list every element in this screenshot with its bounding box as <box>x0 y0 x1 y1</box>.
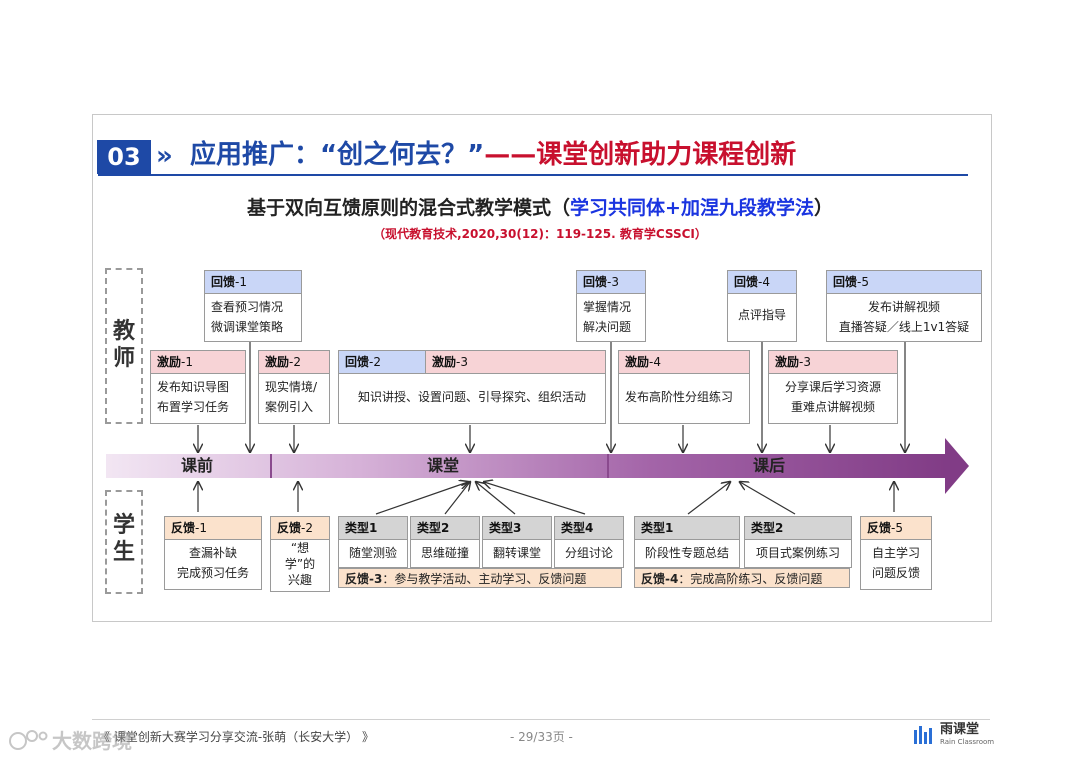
class-activities-group: 类型1 随堂测验 类型2 思维碰撞 类型3 翻转课堂 类型4 分组讨论 反馈-3… <box>338 516 624 590</box>
motivation-3-tag: 激励-3 <box>426 351 605 373</box>
box-text: 随堂测验 <box>348 546 397 560</box>
logo-en: Rain Classroom <box>940 738 995 746</box>
watermark: 大数跨境 <box>8 725 132 754</box>
motivation-box-2: 激励-2 现实情境/ 案例引入 <box>258 350 330 424</box>
box-text: 项目式案例练习 <box>755 546 840 560</box>
watermark-logo-icon <box>9 729 48 750</box>
box-header: 类型1 <box>339 517 407 540</box>
post-type-2: 类型2 项目式案例练习 <box>744 516 852 568</box>
box-text: 自主学习 问题反馈 <box>871 546 920 580</box>
phase-pre: 课前 <box>181 456 214 475</box>
box-header: 激励-4 <box>619 351 749 374</box>
box-header: 回馈-4 <box>728 271 796 294</box>
box-header: 反馈-5 <box>861 517 931 540</box>
watermark-text: 大数跨境 <box>52 729 132 753</box>
box-header: 反馈-1 <box>165 517 261 540</box>
box-text: 查漏补缺 完成预习任务 <box>176 546 249 580</box>
box-text: 发布讲解视频 直播答疑／线上1v1答疑 <box>838 300 970 334</box>
box-header: 激励-2 <box>259 351 329 374</box>
student-feedback-4: 反馈-4：完成高阶练习、反馈问题 <box>634 568 850 588</box>
class-type-2: 类型2 思维碰撞 <box>410 516 480 568</box>
feedback-2-tag: 回馈-2 <box>339 351 426 373</box>
rain-classroom-icon <box>914 726 932 744</box>
box-text: 点评指导 <box>737 308 786 322</box>
footer-divider <box>92 719 990 720</box>
box-header: 类型3 <box>483 517 551 540</box>
page-indicator: - 29/33页 - <box>510 730 573 744</box>
box-header: 激励-1 <box>151 351 245 374</box>
phase-divider-1 <box>270 454 272 478</box>
feedback-box-3: 回馈-3 掌握情况 解决问题 <box>576 270 646 342</box>
timeline-arrow <box>106 454 946 478</box>
box-text: 分组讨论 <box>564 546 613 560</box>
class-type-3: 类型3 翻转课堂 <box>482 516 552 568</box>
student-feedback-3: 反馈-3：参与教学活动、主动学习、反馈问题 <box>338 568 622 588</box>
box-text: 分享课后学习资源 重难点讲解视频 <box>784 380 881 414</box>
motivation-box-1: 激励-1 发布知识导图 布置学习任务 <box>150 350 246 424</box>
phase-in: 课堂 <box>427 456 460 475</box>
feedback-box-4: 回馈-4 点评指导 <box>727 270 797 342</box>
class-type-4: 类型4 分组讨论 <box>554 516 624 568</box>
footer-title: 《 课堂创新大赛学习分享交流-张萌（长安大学） 》 <box>98 730 374 744</box>
class-type-1: 类型1 随堂测验 <box>338 516 408 568</box>
post-type-1: 类型1 阶段性专题总结 <box>634 516 740 568</box>
feedback-box-5: 回馈-5 发布讲解视频 直播答疑／线上1v1答疑 <box>826 270 982 342</box>
student-feedback-1: 反馈-1 查漏补缺 完成预习任务 <box>164 516 262 590</box>
post-activities-group: 类型1 阶段性专题总结 类型2 项目式案例练习 反馈-4：完成高阶练习、反馈问题 <box>634 516 852 590</box>
box-text: 查看预习情况 微调课堂策略 <box>211 300 284 334</box>
box-header: 回馈-2 激励-3 <box>339 351 605 374</box>
logo-cn: 雨课堂 <box>940 722 980 737</box>
box-header: 激励-3 <box>769 351 897 374</box>
box-header: 类型2 <box>411 517 479 540</box>
rain-classroom-logo: 雨课堂 Rain Classroom <box>912 722 995 748</box>
box-text: 翻转课堂 <box>492 546 541 560</box>
motivation-box-3-post: 激励-3 分享课后学习资源 重难点讲解视频 <box>768 350 898 424</box>
timeline-arrowhead <box>945 438 969 494</box>
feedback-box-1: 回馈-1 查看预习情况 微调课堂策略 <box>204 270 302 342</box>
phase-post: 课后 <box>753 456 786 475</box>
in-class-box: 回馈-2 激励-3 知识讲授、设置问题、引导探究、组织活动 <box>338 350 606 424</box>
box-header: 回馈-5 <box>827 271 981 294</box>
box-header: 类型1 <box>635 517 739 540</box>
box-text: 发布知识导图 布置学习任务 <box>157 380 230 414</box>
box-text: 阶段性专题总结 <box>644 546 729 560</box>
box-header: 反馈-2 <box>271 517 329 540</box>
motivation-box-4: 激励-4 发布高阶性分组练习 <box>618 350 750 424</box>
phase-divider-2 <box>607 454 609 478</box>
student-feedback-2: 反馈-2 “想 学”的 兴趣 <box>270 516 330 592</box>
box-text: 思维碰撞 <box>420 546 469 560</box>
box-text: 知识讲授、设置问题、引导探究、组织活动 <box>357 390 586 404</box>
box-text: 掌握情况 解决问题 <box>583 300 632 334</box>
box-header: 回馈-3 <box>577 271 645 294</box>
box-header: 类型4 <box>555 517 623 540</box>
box-text: 现实情境/ 案例引入 <box>265 380 318 414</box>
box-text: “想 学”的 兴趣 <box>284 541 316 587</box>
student-feedback-5: 反馈-5 自主学习 问题反馈 <box>860 516 932 590</box>
box-text: 发布高阶性分组练习 <box>625 390 734 404</box>
box-header: 类型2 <box>745 517 851 540</box>
box-header: 回馈-1 <box>205 271 301 294</box>
